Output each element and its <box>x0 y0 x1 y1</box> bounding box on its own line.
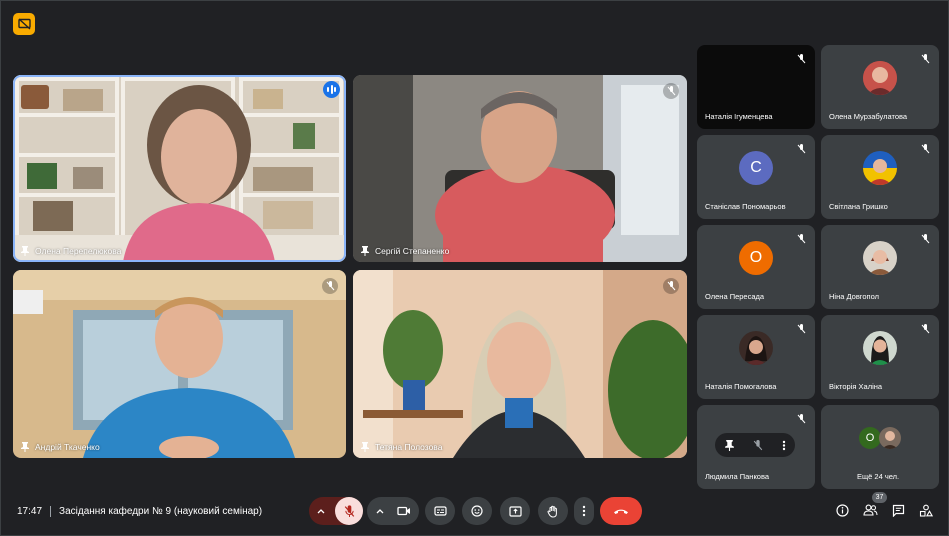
participant-tile[interactable]: С Станіслав Пономарьов <box>697 135 815 219</box>
participant-tile[interactable]: Андрій Ткаченко <box>13 270 346 458</box>
participant-tile[interactable]: Наталія Помогалова <box>697 315 815 399</box>
mic-off-icon <box>793 231 809 247</box>
participant-name: Наталія Помогалова <box>705 382 777 391</box>
pin-icon[interactable] <box>21 442 29 452</box>
pin-icon[interactable] <box>724 439 734 451</box>
participant-name: Олена Пересада <box>705 292 765 301</box>
participant-name: Ещё 24 чел. <box>857 472 900 481</box>
reactions-button[interactable] <box>462 497 492 525</box>
mic-off-icon <box>663 83 679 99</box>
mic-off-icon <box>344 504 354 517</box>
mic-off-icon <box>663 278 679 294</box>
video-options-button[interactable] <box>367 497 419 525</box>
mic-off-icon <box>917 51 933 67</box>
camera-icon[interactable] <box>397 506 411 516</box>
screen-share-off-icon[interactable] <box>13 13 35 35</box>
chat-icon <box>892 504 904 517</box>
participant-name: Вікторія Халіна <box>829 382 883 391</box>
participant-name: Наталія Ігуменцева <box>705 112 773 121</box>
participant-tile[interactable]: Ніна Довгопол <box>821 225 939 309</box>
divider <box>50 506 52 517</box>
pin-icon[interactable] <box>361 246 369 256</box>
speaking-indicator-icon <box>323 81 340 98</box>
mic-off-button[interactable] <box>335 497 363 525</box>
emoji-icon <box>471 505 483 517</box>
people-button[interactable] <box>859 499 881 521</box>
meet-window: Олена Перепелюкова Сергій Степаненко Анд… <box>0 0 949 536</box>
participant-tile[interactable]: Тетяна Полозова <box>353 270 687 458</box>
activities-button[interactable] <box>915 499 937 521</box>
avatar <box>863 331 897 365</box>
mic-off-icon <box>793 411 809 427</box>
people-icon <box>862 504 877 516</box>
mic-off-icon <box>793 141 809 157</box>
participant-tile[interactable]: Олена Перепелюкова <box>13 75 346 262</box>
chevron-up-icon <box>376 508 384 514</box>
chat-button[interactable] <box>887 499 909 521</box>
more-options-button[interactable] <box>574 497 594 525</box>
audio-options-button[interactable] <box>309 497 363 525</box>
activities-icon <box>919 504 933 517</box>
avatar-stack: О <box>859 427 901 449</box>
info-icon <box>835 503 849 517</box>
avatar <box>863 61 897 95</box>
avatar: С <box>739 151 773 185</box>
captions-icon <box>433 506 447 516</box>
participant-tile[interactable]: Людмила Панкова <box>697 405 815 489</box>
video-feed <box>13 270 346 458</box>
present-screen-button[interactable] <box>500 497 530 525</box>
participant-tile[interactable]: Сергій Степаненко <box>353 75 687 262</box>
video-feed <box>13 75 346 262</box>
leave-call-button[interactable] <box>600 497 642 525</box>
participant-tile[interactable]: Олена Мурзабулатова <box>821 45 939 129</box>
avatar: О <box>859 427 881 449</box>
mic-off-icon <box>917 321 933 337</box>
avatar <box>863 241 897 275</box>
participant-name: Тетяна Полозова <box>375 442 443 452</box>
mute-participant-icon[interactable] <box>753 439 763 451</box>
pin-icon[interactable] <box>21 246 29 256</box>
meeting-details-button[interactable] <box>831 499 853 521</box>
participant-tile[interactable]: Світлана Гришко <box>821 135 939 219</box>
avatar <box>863 151 897 185</box>
meeting-time: 17:47 <box>17 506 43 517</box>
mic-off-icon <box>322 278 338 294</box>
participant-name: Андрій Ткаченко <box>35 442 100 452</box>
participant-name: Сергій Степаненко <box>375 246 450 256</box>
avatar <box>739 331 773 365</box>
hand-icon <box>547 505 557 518</box>
participant-name: Світлана Гришко <box>829 202 888 211</box>
avatar <box>879 427 901 449</box>
mic-off-icon <box>917 231 933 247</box>
mic-off-icon <box>917 141 933 157</box>
meeting-title: Засідання кафедри № 9 (науковий семінар) <box>59 506 263 517</box>
end-call-icon <box>614 509 628 514</box>
participant-name: Ніна Довгопол <box>829 292 879 301</box>
more-vert-icon <box>582 505 586 517</box>
chevron-up-icon <box>317 508 325 514</box>
more-options-icon[interactable] <box>782 440 786 451</box>
more-participants-tile[interactable]: О Ещё 24 чел. <box>821 405 939 489</box>
captions-button[interactable] <box>425 497 455 525</box>
tile-hover-controls <box>715 433 795 457</box>
video-feed <box>353 75 687 262</box>
participant-tile[interactable]: Наталія Ігуменцева <box>697 45 815 129</box>
mic-off-icon <box>793 51 809 67</box>
participant-name: Станіслав Пономарьов <box>705 202 786 211</box>
raise-hand-button[interactable] <box>538 497 568 525</box>
video-feed <box>353 270 687 458</box>
participant-name: Людмила Панкова <box>705 472 770 481</box>
participant-tile[interactable]: О Олена Пересада <box>697 225 815 309</box>
present-icon <box>508 505 522 517</box>
participant-name: Олена Перепелюкова <box>35 246 122 256</box>
mic-off-icon <box>793 321 809 337</box>
participant-name: Олена Мурзабулатова <box>829 112 908 121</box>
participant-tile[interactable]: Вікторія Халіна <box>821 315 939 399</box>
pin-icon[interactable] <box>361 442 369 452</box>
avatar: О <box>739 241 773 275</box>
